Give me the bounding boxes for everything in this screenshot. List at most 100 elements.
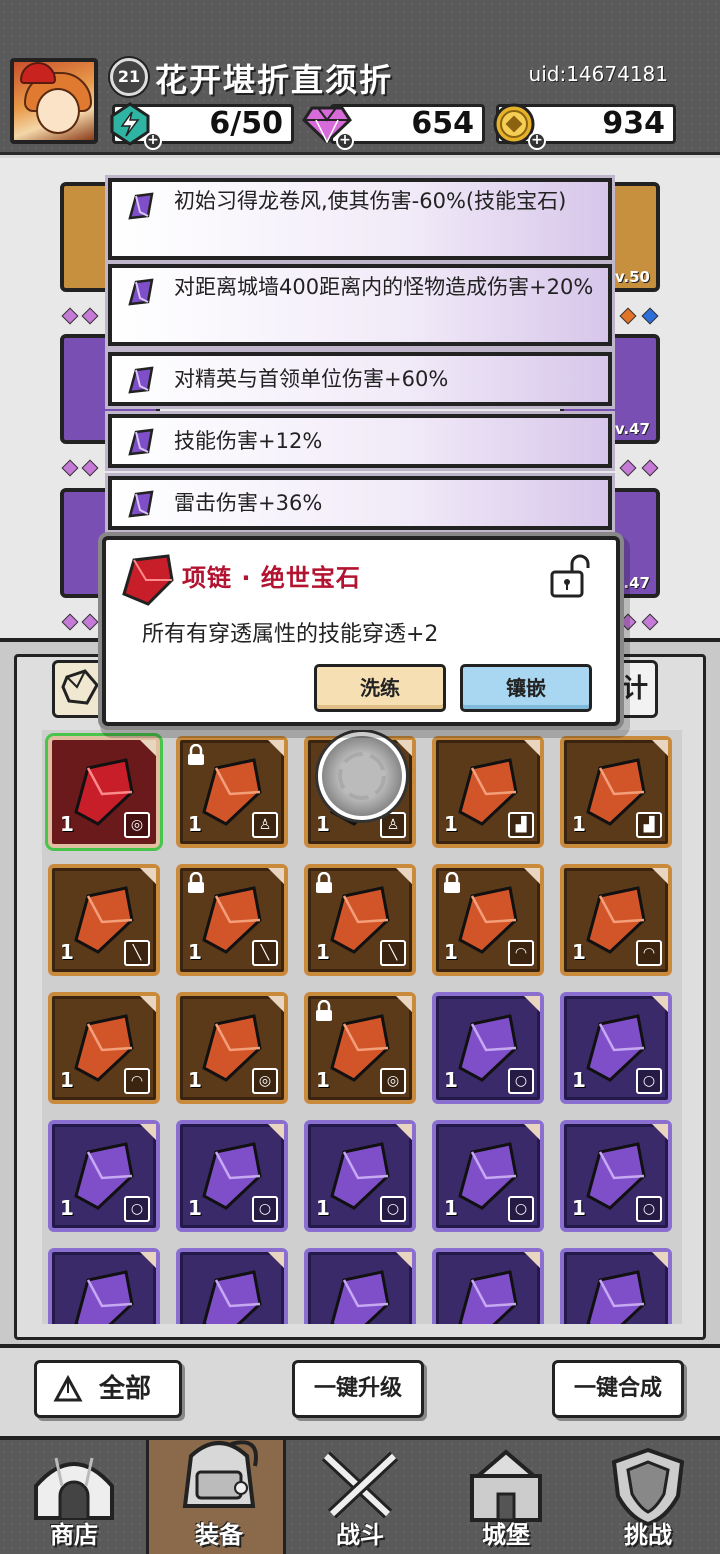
gem-inventory-item[interactable]: 1 ╲ (304, 864, 416, 976)
gem-inventory-item[interactable]: 1 ▟ (432, 736, 544, 848)
item-count: 1 (572, 1196, 586, 1220)
nav-castle[interactable]: 城堡 (436, 1440, 576, 1554)
purple-gem-icon (128, 428, 154, 456)
affix-text: 对精英与首领单位伤害+60% (174, 367, 449, 391)
gem-inventory-item[interactable]: 1 ╲ (176, 864, 288, 976)
gem-inventory-item[interactable]: 1 ◎ (304, 992, 416, 1104)
helmet-slot-icon: ◠ (124, 1068, 150, 1094)
item-count: 1 (444, 1196, 458, 1220)
gem-inventory-item[interactable]: 1○ (176, 1120, 288, 1232)
ring-slot-icon: ○ (124, 1196, 150, 1222)
gem-inventory-item[interactable]: 1○ (48, 1120, 160, 1232)
helmet-slot-icon: ◠ (508, 940, 534, 966)
gem-inventory-item[interactable]: 1○ (304, 1248, 416, 1324)
socket-diamond (81, 613, 99, 631)
boots-slot-icon: ▟ (508, 812, 534, 838)
necklace-slot-icon: ◎ (124, 812, 150, 838)
gold-add-button[interactable]: + (528, 132, 546, 150)
gem-inventory-item[interactable]: 1 ◠ (560, 864, 672, 976)
energy-add-button[interactable]: + (144, 132, 162, 150)
socket-diamond (619, 459, 637, 477)
gem-inventory-item[interactable]: 1 ◎ (48, 736, 160, 848)
socket-diamond (81, 307, 99, 325)
gem-inventory-item[interactable]: 1 ▟ (560, 736, 672, 848)
item-count: 1 (60, 940, 74, 964)
socket-diamond (81, 459, 99, 477)
armor-slot-icon: ♙ (252, 812, 278, 838)
socket-diamond (641, 459, 659, 477)
gem-inventory-item[interactable]: 1○ (560, 1120, 672, 1232)
gem-add-button[interactable]: + (336, 132, 354, 150)
gem-filter-tab[interactable] (52, 660, 108, 718)
gem-inventory-item[interactable]: 1 ◎ (176, 992, 288, 1104)
shop-icon (34, 1457, 114, 1520)
gem-inventory-item[interactable]: 1 ◠ (432, 864, 544, 976)
item-count: 1 (316, 1196, 330, 1220)
player-level-badge: 21 (110, 58, 148, 96)
backpack-icon (182, 1440, 258, 1508)
gem-inventory-item[interactable]: 1 ╲ (48, 864, 160, 976)
item-count: 1 (572, 1068, 586, 1092)
player-name: 花开堪折直须折 (155, 61, 394, 99)
weapon-slot-icon: ╲ (124, 940, 150, 966)
necklace-slot-icon: ◎ (252, 1068, 278, 1094)
item-count: 1 (188, 812, 202, 836)
gem-inventory-item[interactable]: 1○ (304, 1120, 416, 1232)
purple-gem-icon (128, 278, 154, 306)
gem-detail-popup: 项链 · 绝世宝石 所有有穿透属性的技能穿透+2 洗练 镶嵌 (102, 536, 620, 726)
socket-diamond (61, 307, 79, 325)
socket-diamond (641, 307, 659, 325)
item-count: 1 (572, 940, 586, 964)
gem-inventory-item[interactable]: 1 ♙ (176, 736, 288, 848)
affix-text: 对距离城墙400距离内的怪物造成伤害+20% (174, 275, 594, 299)
purple-gem-icon (128, 490, 154, 518)
nav-battle[interactable]: 战斗 (290, 1440, 430, 1554)
item-count: 1 (572, 812, 586, 836)
upgrade-all-button[interactable]: 一键升级 (292, 1360, 424, 1418)
gem-inventory-item[interactable]: 1○ (432, 1120, 544, 1232)
combine-all-button[interactable]: 一键合成 (552, 1360, 684, 1418)
gem-inventory-item[interactable]: 1○ (432, 992, 544, 1104)
unlock-icon[interactable] (546, 554, 592, 600)
nav-challenge[interactable]: 挑战 (578, 1440, 718, 1554)
crossed-swords-icon (321, 1451, 399, 1519)
gem-inventory-item[interactable]: 1○ (432, 1248, 544, 1324)
gem-inventory-item[interactable]: 1○ (560, 1248, 672, 1324)
socket-diamond (641, 613, 659, 631)
socket-diamond (61, 459, 79, 477)
purple-gem-icon (586, 1270, 646, 1324)
player-avatar[interactable] (10, 58, 98, 144)
lock-icon (444, 872, 460, 893)
purple-gem-icon (128, 192, 154, 220)
ring-slot-icon: ○ (636, 1196, 662, 1222)
ring-slot-icon: ○ (380, 1196, 406, 1222)
nav-label: 商店 (50, 1521, 98, 1549)
item-count: 1 (316, 1068, 330, 1092)
item-count: 1 (316, 940, 330, 964)
filter-all-label: 全部 (99, 1374, 152, 1404)
affix-text: 技能伤害+12% (174, 429, 323, 453)
item-count: 1 (444, 1068, 458, 1092)
gem-inventory-item[interactable]: 1○ (48, 1248, 160, 1324)
affix-row: 雷击伤害+36% (108, 476, 612, 530)
gem-inventory-item[interactable]: 1○ (560, 992, 672, 1104)
inlay-button[interactable]: 镶嵌 (460, 664, 592, 712)
nav-label: 装备 (195, 1521, 243, 1549)
item-count: 1 (188, 940, 202, 964)
nav-shop[interactable]: 商店 (4, 1440, 144, 1554)
socket-diamond (619, 307, 637, 325)
item-count: 1 (60, 1196, 74, 1220)
nav-label: 挑战 (624, 1521, 672, 1549)
refine-button[interactable]: 洗练 (314, 664, 446, 712)
shield-icon (611, 1447, 685, 1526)
gem-inventory-item[interactable]: 1○ (176, 1248, 288, 1324)
equip-level: v.50 (614, 268, 650, 286)
weapon-slot-icon: ╲ (252, 940, 278, 966)
necklace-slot-icon: ◎ (380, 1068, 406, 1094)
nav-equipment[interactable]: 装备 (146, 1440, 286, 1554)
red-gem-icon (122, 554, 174, 606)
gem-inventory-item[interactable]: 1 ◠ (48, 992, 160, 1104)
triangle-up-icon (53, 1375, 83, 1402)
filter-all-button[interactable]: 全部 (34, 1360, 182, 1418)
purple-gem-icon (458, 1270, 518, 1324)
